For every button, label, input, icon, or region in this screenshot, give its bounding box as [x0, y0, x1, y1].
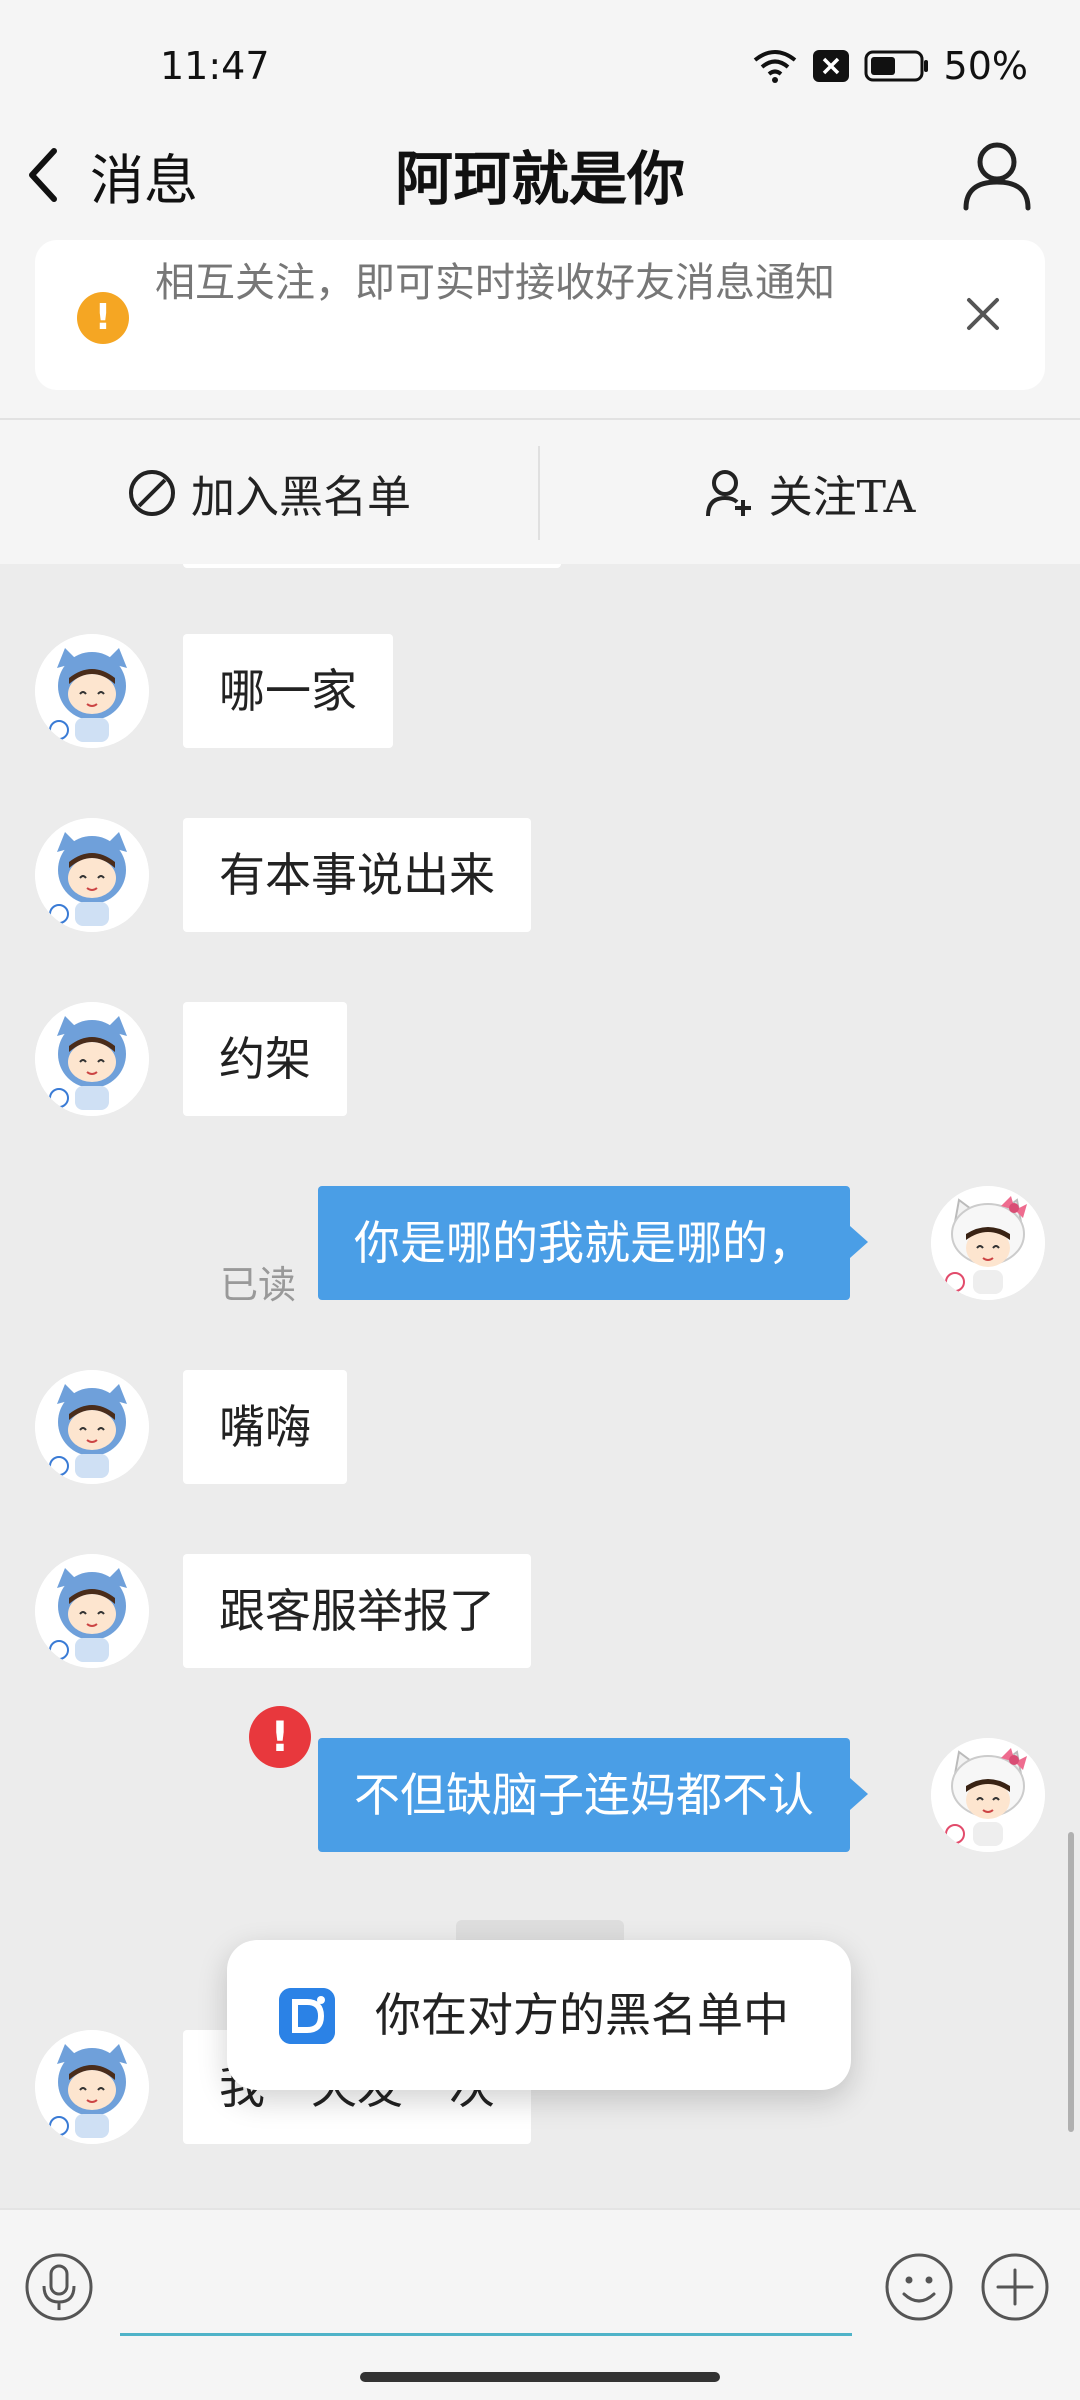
- message-bubble[interactable]: 约架: [183, 1002, 347, 1116]
- message-bubble[interactable]: 哪一家: [183, 634, 393, 748]
- message-bubble-partial: [183, 564, 561, 568]
- sim-disabled-icon: [812, 50, 849, 82]
- home-indicator[interactable]: [360, 2372, 720, 2382]
- contact-avatar[interactable]: [35, 1002, 149, 1116]
- status-bar: 11:47 50%: [0, 0, 1080, 120]
- send-failed-icon[interactable]: !: [249, 1706, 311, 1768]
- add-user-icon: [705, 470, 751, 517]
- follow-notice: ! 相互关注，即可实时接收好友消息通知: [35, 240, 1045, 390]
- contact-avatar[interactable]: [35, 2030, 149, 2144]
- close-icon[interactable]: [955, 286, 1011, 342]
- battery-percent: 50%: [943, 44, 1028, 88]
- action-bar: 加入黑名单 关注TA: [0, 418, 1080, 564]
- message-bubble[interactable]: 有本事说出来: [183, 818, 531, 932]
- add-attachment-icon[interactable]: [980, 2252, 1050, 2322]
- toast-text: 你在对方的黑名单中: [375, 1988, 789, 2042]
- app-logo-icon: [279, 1988, 335, 2044]
- contact-avatar[interactable]: [35, 634, 149, 748]
- blacklist-toast: 你在对方的黑名单中: [227, 1940, 851, 2090]
- add-to-blacklist-button[interactable]: 加入黑名单: [0, 420, 538, 566]
- microphone-icon[interactable]: [24, 2252, 94, 2322]
- notice-area: ! 相互关注，即可实时接收好友消息通知: [0, 230, 1080, 418]
- notice-text: 相互关注，即可实时接收好友消息通知: [155, 260, 835, 306]
- message-input[interactable]: [120, 2238, 852, 2336]
- my-avatar[interactable]: [931, 1186, 1045, 1300]
- blacklist-label: 加入黑名单: [191, 472, 411, 523]
- follow-label: 关注TA: [768, 472, 916, 523]
- my-message-bubble[interactable]: 不但缺脑子连妈都不认: [318, 1738, 868, 1852]
- back-label: 消息: [90, 148, 198, 212]
- read-status: 已读: [220, 1263, 297, 1307]
- contact-avatar[interactable]: [35, 1554, 149, 1668]
- back-button[interactable]: 消息: [22, 142, 198, 212]
- contact-avatar[interactable]: [35, 1370, 149, 1484]
- status-icons: 50%: [752, 44, 1028, 88]
- emoji-icon[interactable]: [884, 2252, 954, 2322]
- chat-header: 消息 阿珂就是你: [0, 120, 1080, 230]
- battery-icon: [864, 50, 928, 82]
- my-message-bubble[interactable]: 你是哪的我就是哪的，: [318, 1186, 868, 1300]
- contact-avatar[interactable]: [35, 818, 149, 932]
- profile-icon[interactable]: [960, 138, 1034, 212]
- status-time: 11:47: [160, 44, 270, 88]
- block-icon: [129, 470, 175, 516]
- back-arrow-icon: [29, 148, 57, 202]
- warning-icon: !: [77, 292, 129, 344]
- follow-button[interactable]: 关注TA: [540, 420, 1080, 566]
- input-bar: [0, 2208, 1080, 2400]
- wifi-icon: [753, 50, 796, 83]
- scrollbar[interactable]: [1068, 1832, 1074, 2132]
- my-avatar[interactable]: [931, 1738, 1045, 1852]
- message-bubble[interactable]: 嘴嗨: [183, 1370, 347, 1484]
- message-bubble[interactable]: 跟客服举报了: [183, 1554, 531, 1668]
